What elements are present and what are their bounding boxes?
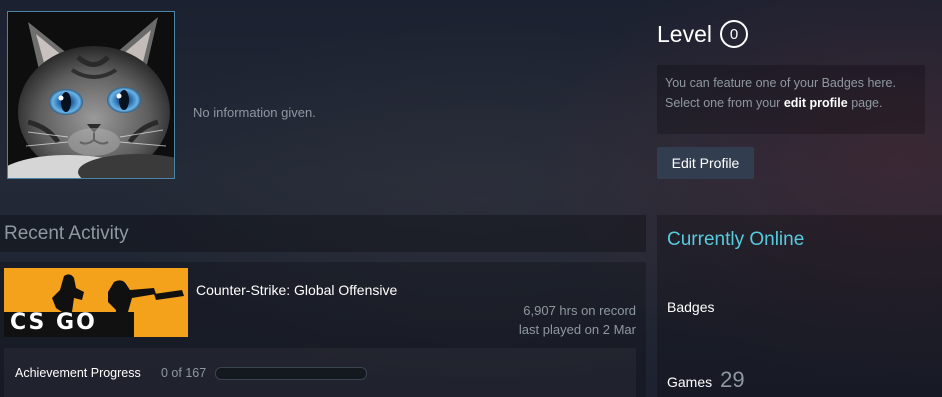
badge-note-prefix: Select one from your bbox=[665, 96, 784, 110]
edit-profile-link[interactable]: edit profile bbox=[784, 96, 848, 110]
game-capsule[interactable]: CS GO bbox=[4, 268, 188, 337]
profile-sidebar: Currently Online Badges Games 29 bbox=[657, 215, 942, 397]
level-badge: 0 bbox=[719, 20, 748, 48]
badge-note-line1: You can feature one of your Badges here. bbox=[665, 76, 896, 90]
hours-on-record: 6,907 hrs on record bbox=[523, 303, 636, 318]
edit-profile-button[interactable]: Edit Profile bbox=[657, 147, 754, 179]
badge-note-suffix: page. bbox=[847, 96, 883, 110]
level-display: Level 0 bbox=[657, 17, 748, 51]
achievement-progress-bar bbox=[215, 367, 367, 380]
badges-link[interactable]: Badges bbox=[667, 299, 714, 315]
capsule-text: CS GO bbox=[10, 310, 97, 335]
achievement-count: 0 of 167 bbox=[161, 366, 207, 380]
cat-avatar-icon bbox=[8, 12, 174, 178]
games-count: 29 bbox=[720, 367, 745, 392]
achievement-progress-row[interactable]: Achievement Progress 0 of 167 bbox=[4, 348, 636, 397]
games-link[interactable]: Games 29 bbox=[667, 367, 745, 393]
recent-game: CS GO Counter-Strike: Global Offensive 6… bbox=[0, 262, 646, 397]
level-label: Level bbox=[657, 20, 712, 47]
game-name-link[interactable]: Counter-Strike: Global Offensive bbox=[196, 282, 397, 298]
achievement-label: Achievement Progress bbox=[15, 366, 141, 380]
recent-activity-header: Recent Activity bbox=[0, 215, 646, 252]
profile-summary: No information given. bbox=[193, 105, 316, 120]
last-played: last played on 2 Mar bbox=[518, 322, 636, 337]
online-status: Currently Online bbox=[667, 229, 805, 250]
recent-activity-title: Recent Activity bbox=[4, 222, 129, 244]
games-label: Games bbox=[667, 374, 713, 390]
badge-note-line2: Select one from your edit profile page. bbox=[665, 93, 917, 113]
avatar[interactable] bbox=[7, 11, 175, 179]
featured-badge-placeholder: You can feature one of your Badges here.… bbox=[657, 65, 925, 134]
